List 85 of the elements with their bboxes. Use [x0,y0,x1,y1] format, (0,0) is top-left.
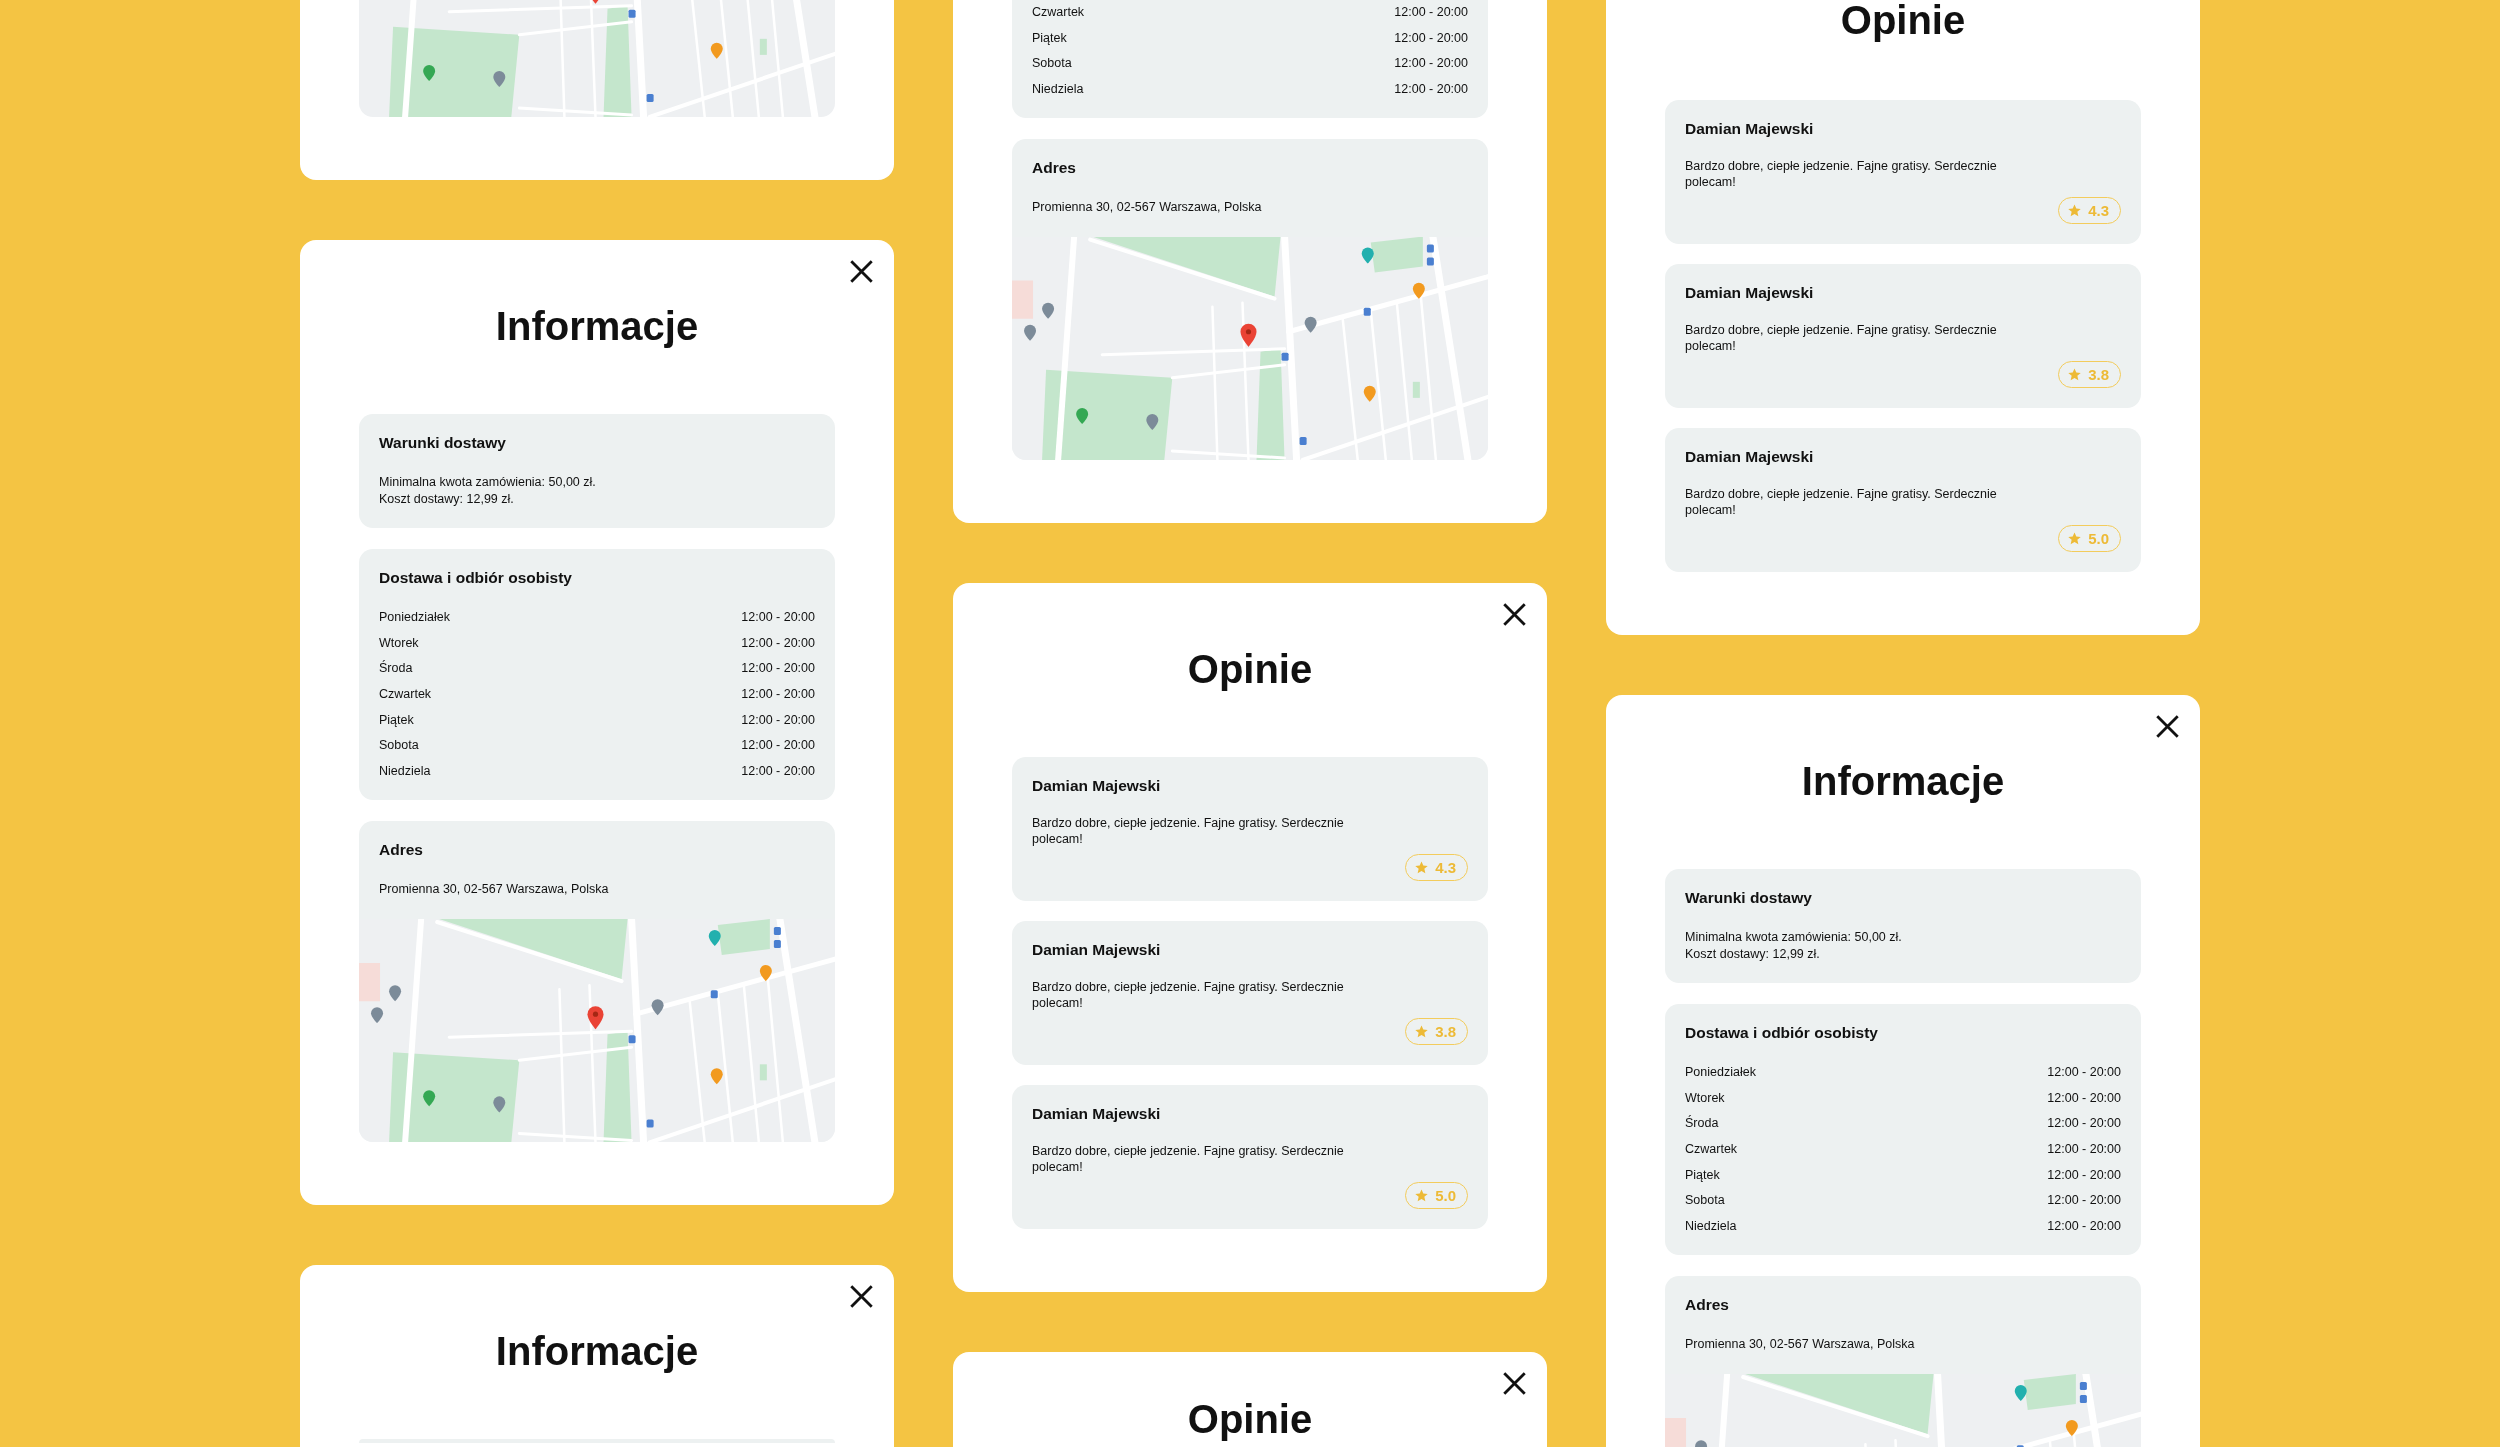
modal-title: Informacje [494,1331,700,1372]
day-name: Wtorek [1685,1089,1725,1107]
day-name: Środa [379,660,413,678]
reviewer-name: Damian Majewski [1685,448,1815,466]
modal-title: Opinie [1839,0,1967,40]
hours-text: 12:00 - 20:00 [1394,29,1468,47]
reviewer-name: Damian Majewski [1685,120,1815,138]
star-icon [2068,532,2082,545]
rating-value: 3.8 [1435,1022,1456,1041]
hours-text: 12:00 - 20:00 [741,609,815,626]
day-name: Czwartek [1685,1141,1738,1159]
star-icon [1415,861,1429,875]
day-name: Czwartek [379,686,432,704]
review-text: Bardzo dobre, ciepłe jedzenie. Fajne gratisy. Serdecznie polecam! [1685,322,1998,354]
section-heading: Warunki dostawy [1685,889,1813,907]
star-icon [2068,204,2082,217]
day-name: Piątek [1685,1166,1720,1184]
day-name: Sobota [1032,55,1072,73]
modal-title: Opinie [1186,1396,1314,1444]
day-name: Sobota [1685,1192,1725,1210]
hours-text: 12:00 - 20:00 [1394,81,1468,99]
close-icon [1503,603,1526,627]
section-heading: Dostawa i odbiór osobisty [379,569,573,587]
modal-title: Informacje [494,306,700,346]
hours-text: 12:00 - 20:00 [741,737,815,755]
reviewer-name: Damian Majewski [1032,941,1162,960]
rating-value: 4.3 [2088,201,2109,220]
day-name: Poniedziałek [379,609,450,626]
modal-title: Opinie [1186,649,1314,690]
delivery-terms-text: Minimalna kwota zamówienia: 50,00 zł. [379,474,597,491]
day-name: Niedziela [1685,1218,1737,1236]
address-text: Promienna 30, 02-567 Warszawa, Polska [1032,199,1263,217]
star-icon [2068,368,2082,381]
hours-text: 12:00 - 20:00 [741,763,815,781]
review-text: Bardzo dobre, ciepłe jedzenie. Fajne gratisy. Serdecznie polecam! [1032,1143,1345,1176]
rating-value: 4.3 [1435,858,1456,877]
review-text: Bardzo dobre, ciepłe jedzenie. Fajne gratisy. Serdecznie polecam! [1032,815,1345,848]
rating-value: 5.0 [2088,529,2109,548]
address-text: Promienna 30, 02-567 Warszawa, Polska [1685,1336,1916,1354]
close-icon [850,260,873,283]
day-name: Piątek [379,711,414,729]
hours-text: 12:00 - 20:00 [741,660,815,678]
rating-value: 5.0 [1435,1186,1456,1205]
delivery-terms-text: Koszt dostawy: 12,99 zł. [379,491,515,508]
hours-text: 12:00 - 20:00 [2047,1166,2121,1184]
section-heading: Warunki dostawy [379,434,507,452]
section-heading: Adres [1685,1296,1730,1315]
reviewer-name: Damian Majewski [1032,1105,1162,1124]
reviewer-name: Damian Majewski [1685,284,1815,302]
hours-text: 12:00 - 20:00 [741,634,815,652]
section-heading: Adres [379,841,424,860]
hours-text: 12:00 - 20:00 [2047,1141,2121,1159]
delivery-terms-text: Minimalna kwota zamówienia: 50,00 zł. [1685,929,1903,946]
day-name: Sobota [379,737,419,755]
day-name: Niedziela [1032,81,1084,99]
review-text: Bardzo dobre, ciepłe jedzenie. Fajne gratisy. Serdecznie polecam! [1032,979,1345,1012]
address-text: Promienna 30, 02-567 Warszawa, Polska [379,881,610,899]
day-name: Poniedziałek [1685,1064,1756,1081]
hours-text: 12:00 - 20:00 [2047,1115,2121,1133]
day-name: Środa [1685,1115,1719,1133]
day-name: Czwartek [1032,4,1085,21]
hours-text: 12:00 - 20:00 [741,686,815,704]
day-name: Niedziela [379,763,431,781]
star-icon [1415,1025,1429,1039]
close-icon [850,1285,873,1309]
delivery-terms-text: Koszt dostawy: 12,99 zł. [1685,946,1821,963]
hours-text: 12:00 - 20:00 [1394,55,1468,73]
reviewer-name: Damian Majewski [1032,777,1162,796]
section-heading: Adres [1032,159,1077,178]
hours-text: 12:00 - 20:00 [741,711,815,729]
close-icon [2156,715,2179,738]
hours-text: 12:00 - 20:00 [2047,1192,2121,1210]
modal-title: Informacje [1800,761,2006,801]
hours-text: 12:00 - 20:00 [2047,1064,2121,1081]
hours-text: 12:00 - 20:00 [2047,1218,2121,1236]
review-text: Bardzo dobre, ciepłe jedzenie. Fajne gratisy. Serdecznie polecam! [1685,158,1998,190]
day-name: Wtorek [379,634,419,652]
rating-value: 3.8 [2088,365,2109,384]
day-name: Piątek [1032,29,1067,47]
hours-text: 12:00 - 20:00 [2047,1089,2121,1107]
close-icon [1503,1372,1526,1396]
review-text: Bardzo dobre, ciepłe jedzenie. Fajne gratisy. Serdecznie polecam! [1685,486,1998,518]
star-icon [1415,1189,1429,1203]
hours-text: 12:00 - 20:00 [1394,4,1468,21]
section-heading: Dostawa i odbiór osobisty [1685,1024,1879,1042]
